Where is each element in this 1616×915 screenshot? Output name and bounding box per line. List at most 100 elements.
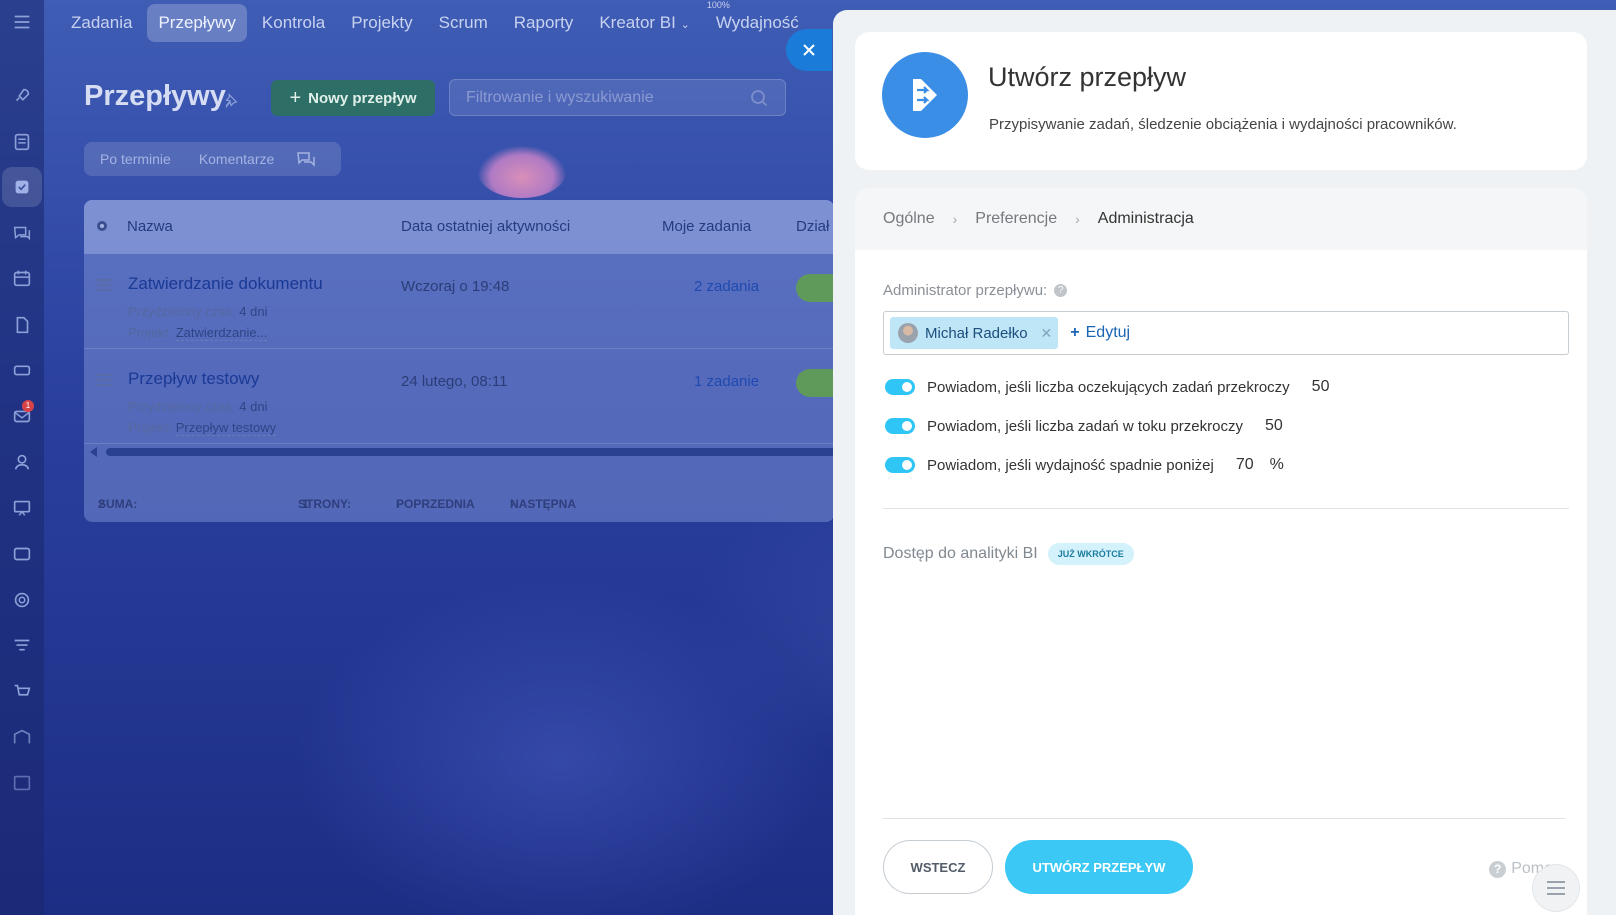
notify-pending-label: Powiadom, jeśli liczba oczekujących zada… [927, 378, 1290, 396]
column-department[interactable]: Dział [796, 218, 829, 235]
sites-icon[interactable] [2, 534, 42, 574]
help-icon[interactable]: ? [1054, 284, 1068, 297]
mail-icon[interactable]: 1 [2, 396, 42, 436]
document-icon[interactable] [2, 305, 42, 345]
pin-icon[interactable] [222, 92, 240, 110]
background-flower [478, 146, 566, 198]
chevron-right-icon: › [1075, 211, 1080, 227]
tab-ogolne[interactable]: Ogólne [883, 210, 935, 228]
close-panel-button[interactable] [786, 29, 832, 71]
nav-kreator-bi[interactable]: Kreator BI ⌄ [588, 4, 701, 42]
edit-admin-button[interactable]: + Edytuj [1070, 324, 1130, 342]
nav-scrum[interactable]: Scrum [428, 4, 499, 42]
board-icon[interactable] [2, 488, 42, 528]
project-link[interactable]: Zatwierdzanie... [175, 325, 268, 341]
left-rail: 1 [0, 0, 44, 915]
my-tasks-link[interactable]: 1 zadanie [694, 373, 759, 390]
back-button[interactable]: WSTECZ [883, 840, 993, 894]
nav-przeplywy[interactable]: Przepływy [147, 4, 247, 42]
search-box[interactable] [449, 79, 786, 116]
assigned-time-value: 4 dni [239, 399, 268, 414]
assigned-time: Przydzielony czas: 4 dni [128, 304, 267, 319]
funnel-icon[interactable] [2, 626, 42, 666]
notify-in-progress-row: Powiadom, jeśli liczba zadań w toku prze… [885, 417, 1283, 435]
chevron-down-icon: ⌄ [680, 19, 690, 31]
column-last-activity[interactable]: Data ostatniej aktywności [401, 218, 570, 235]
flow-name[interactable]: Przepływ testowy [128, 369, 259, 389]
notify-in-progress-toggle[interactable] [885, 418, 915, 434]
crm-icon[interactable] [2, 350, 42, 390]
chat-icon[interactable] [2, 213, 42, 253]
menu-icon[interactable] [2, 2, 42, 42]
new-flow-label: Nowy przepływ [308, 89, 417, 107]
edit-label: Edytuj [1085, 324, 1131, 341]
notify-efficiency-value[interactable]: 70 [1236, 456, 1254, 474]
search-input[interactable] [466, 88, 736, 107]
divider [883, 508, 1569, 509]
remove-user-icon[interactable]: ✕ [1041, 325, 1053, 342]
warehouse-icon[interactable] [2, 717, 42, 757]
filter-po-terminie[interactable]: Po terminie [100, 151, 171, 167]
new-flow-button[interactable]: + Nowy przepływ [271, 80, 435, 116]
nav-kreator-bi-label: Kreator BI [599, 13, 676, 32]
column-nazwa[interactable]: Nazwa [127, 218, 173, 235]
table-row[interactable]: Zatwierdzanie dokumentu Przydzielony cza… [84, 254, 834, 349]
comments-icon[interactable] [296, 150, 316, 168]
mail-badge: 1 [22, 400, 34, 412]
drag-handle-icon[interactable] [96, 278, 112, 292]
tab-preferencje[interactable]: Preferencje [975, 210, 1057, 228]
admin-label-text: Administrator przepływu: [883, 282, 1048, 299]
admin-field-label: Administrator przepływu: ? [883, 282, 1068, 299]
close-icon [803, 44, 815, 56]
menu-button[interactable] [1533, 865, 1579, 911]
project-link[interactable]: Przepływ testowy [175, 420, 277, 436]
feed-icon[interactable] [2, 122, 42, 162]
notify-pending-value[interactable]: 50 [1312, 378, 1330, 396]
create-flow-button[interactable]: UTWÓRZ PRZEPŁYW [1005, 840, 1193, 894]
calendar-icon[interactable] [2, 258, 42, 298]
column-my-tasks[interactable]: Moje zadania [662, 218, 751, 235]
admin-user-field[interactable]: Michał Radełko ✕ + Edytuj [883, 311, 1569, 355]
gear-icon[interactable] [94, 218, 110, 234]
grid-icon[interactable] [2, 763, 42, 803]
my-tasks-link[interactable]: 2 zadania [694, 278, 759, 295]
nav-kontrola[interactable]: Kontrola [251, 4, 336, 42]
table-header: Nazwa Data ostatniej aktywności Moje zad… [84, 200, 834, 254]
horizontal-scrollbar[interactable] [106, 448, 834, 456]
panel-body: Ogólne › Preferencje › Administracja Adm… [855, 188, 1587, 915]
assigned-time-value: 4 dni [239, 304, 268, 319]
employees-icon[interactable] [2, 442, 42, 482]
notify-efficiency-toggle[interactable] [885, 457, 915, 473]
pages-value: 1 [302, 497, 309, 511]
target-icon[interactable] [2, 580, 42, 620]
flow-name[interactable]: Zatwierdzanie dokumentu [128, 274, 323, 294]
filter-bar: Po terminie Komentarze [84, 142, 341, 176]
user-chip[interactable]: Michał Radełko ✕ [890, 317, 1059, 349]
page-title: Przepływy [84, 80, 226, 112]
tasks-icon[interactable] [2, 167, 42, 207]
drag-handle-icon[interactable] [96, 373, 112, 387]
table-row[interactable]: Przepływ testowy Przydzielony czas: 4 dn… [84, 349, 834, 444]
nav-zadania[interactable]: Zadania [60, 4, 143, 42]
question-icon: ? [1489, 860, 1507, 878]
bi-access-label: Dostęp do analityki BI [883, 545, 1038, 562]
bi-access-row: Dostęp do analityki BI JUŻ WKRÓTCE [883, 543, 1134, 565]
step-tabs: Ogólne › Preferencje › Administracja [855, 188, 1587, 250]
create-flow-panel: Utwórz przepływ Przypisywanie zadań, śle… [833, 10, 1616, 915]
cart-icon[interactable] [2, 672, 42, 712]
notify-in-progress-label: Powiadom, jeśli liczba zadań w toku prze… [927, 417, 1243, 435]
search-icon[interactable] [749, 88, 769, 108]
notify-pending-toggle[interactable] [885, 379, 915, 395]
notify-in-progress-value[interactable]: 50 [1265, 417, 1283, 435]
project: Projekt: Zatwierdzanie... [128, 325, 268, 341]
filter-komentarze[interactable]: Komentarze [199, 151, 274, 167]
wydajnosc-percent: 100% [706, 0, 730, 10]
footer-divider [883, 818, 1565, 819]
tab-administracja[interactable]: Administracja [1098, 210, 1194, 228]
scroll-left-icon[interactable] [88, 446, 100, 458]
rocket-icon[interactable] [2, 76, 42, 116]
nav-projekty[interactable]: Projekty [340, 4, 423, 42]
nav-raporty[interactable]: Raporty [503, 4, 585, 42]
project-label: Projekt: [128, 420, 173, 435]
avatar [898, 323, 918, 343]
